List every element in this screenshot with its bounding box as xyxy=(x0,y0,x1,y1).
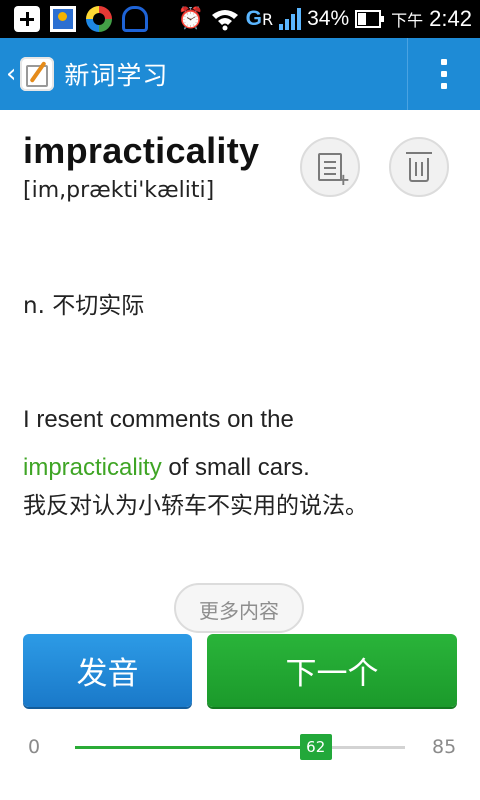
example-highlight-word: impracticality xyxy=(23,454,162,481)
signal-icon xyxy=(279,8,302,30)
notification-icons xyxy=(14,6,148,32)
pronounce-button[interactable]: 发音 xyxy=(23,634,192,707)
next-word-button[interactable]: 下一个 xyxy=(207,634,457,707)
app-bar: ‹ 新词学习 xyxy=(0,38,480,110)
overflow-menu-button[interactable] xyxy=(407,38,480,110)
add-to-notebook-button[interactable] xyxy=(300,137,360,197)
system-indicators: ⏰ G R 34% 下午 2:42 xyxy=(178,4,473,34)
battery-icon xyxy=(355,10,385,28)
battery-percent: 34% xyxy=(307,7,350,30)
progress-max-label: 85 xyxy=(432,736,457,758)
progress-slider-fill xyxy=(75,746,316,749)
progress-slider-track[interactable] xyxy=(75,746,405,749)
gallery-notification-icon xyxy=(50,6,76,32)
back-chevron-icon: ‹ xyxy=(6,59,17,89)
example-line-2-rest: of small cars. xyxy=(161,454,310,481)
roaming-indicator: R xyxy=(262,9,274,29)
time-prefix: 下午 xyxy=(391,13,424,30)
progress-slider-thumb[interactable]: 62 xyxy=(299,734,332,760)
status-bar: ⏰ G R 34% 下午 2:42 xyxy=(0,0,480,38)
example-line-1: I resent comments on the xyxy=(23,406,294,433)
trash-icon xyxy=(406,152,432,182)
word-title: impracticality xyxy=(23,130,260,171)
alarm-icon: ⏰ xyxy=(177,7,204,30)
more-vertical-icon xyxy=(441,59,447,89)
example-translation: 我反对认为小轿车不实用的说法。 xyxy=(23,493,368,519)
app-logo-icon xyxy=(20,57,55,91)
example-line-2: impracticality of small cars. xyxy=(23,444,310,492)
app-notification-icon xyxy=(86,6,112,32)
back-button[interactable]: ‹ 新词学习 xyxy=(0,38,190,110)
example-sentence: I resent comments on the impracticality … xyxy=(23,396,310,492)
download-notification-icon xyxy=(122,6,148,32)
progress-min-label: 0 xyxy=(28,736,41,758)
word-phonetic: [im,prækti'kæliti] xyxy=(23,178,215,203)
clock: 2:42 xyxy=(429,6,472,31)
more-content-button[interactable]: 更多内容 xyxy=(174,583,304,633)
page-title: 新词学习 xyxy=(64,61,169,90)
word-meaning: n. 不切实际 xyxy=(23,293,145,319)
delete-word-button[interactable] xyxy=(389,137,449,197)
notebook-add-icon xyxy=(318,153,350,189)
add-notification-icon xyxy=(14,6,40,32)
wifi-icon xyxy=(211,10,238,31)
network-type: G xyxy=(245,7,262,30)
